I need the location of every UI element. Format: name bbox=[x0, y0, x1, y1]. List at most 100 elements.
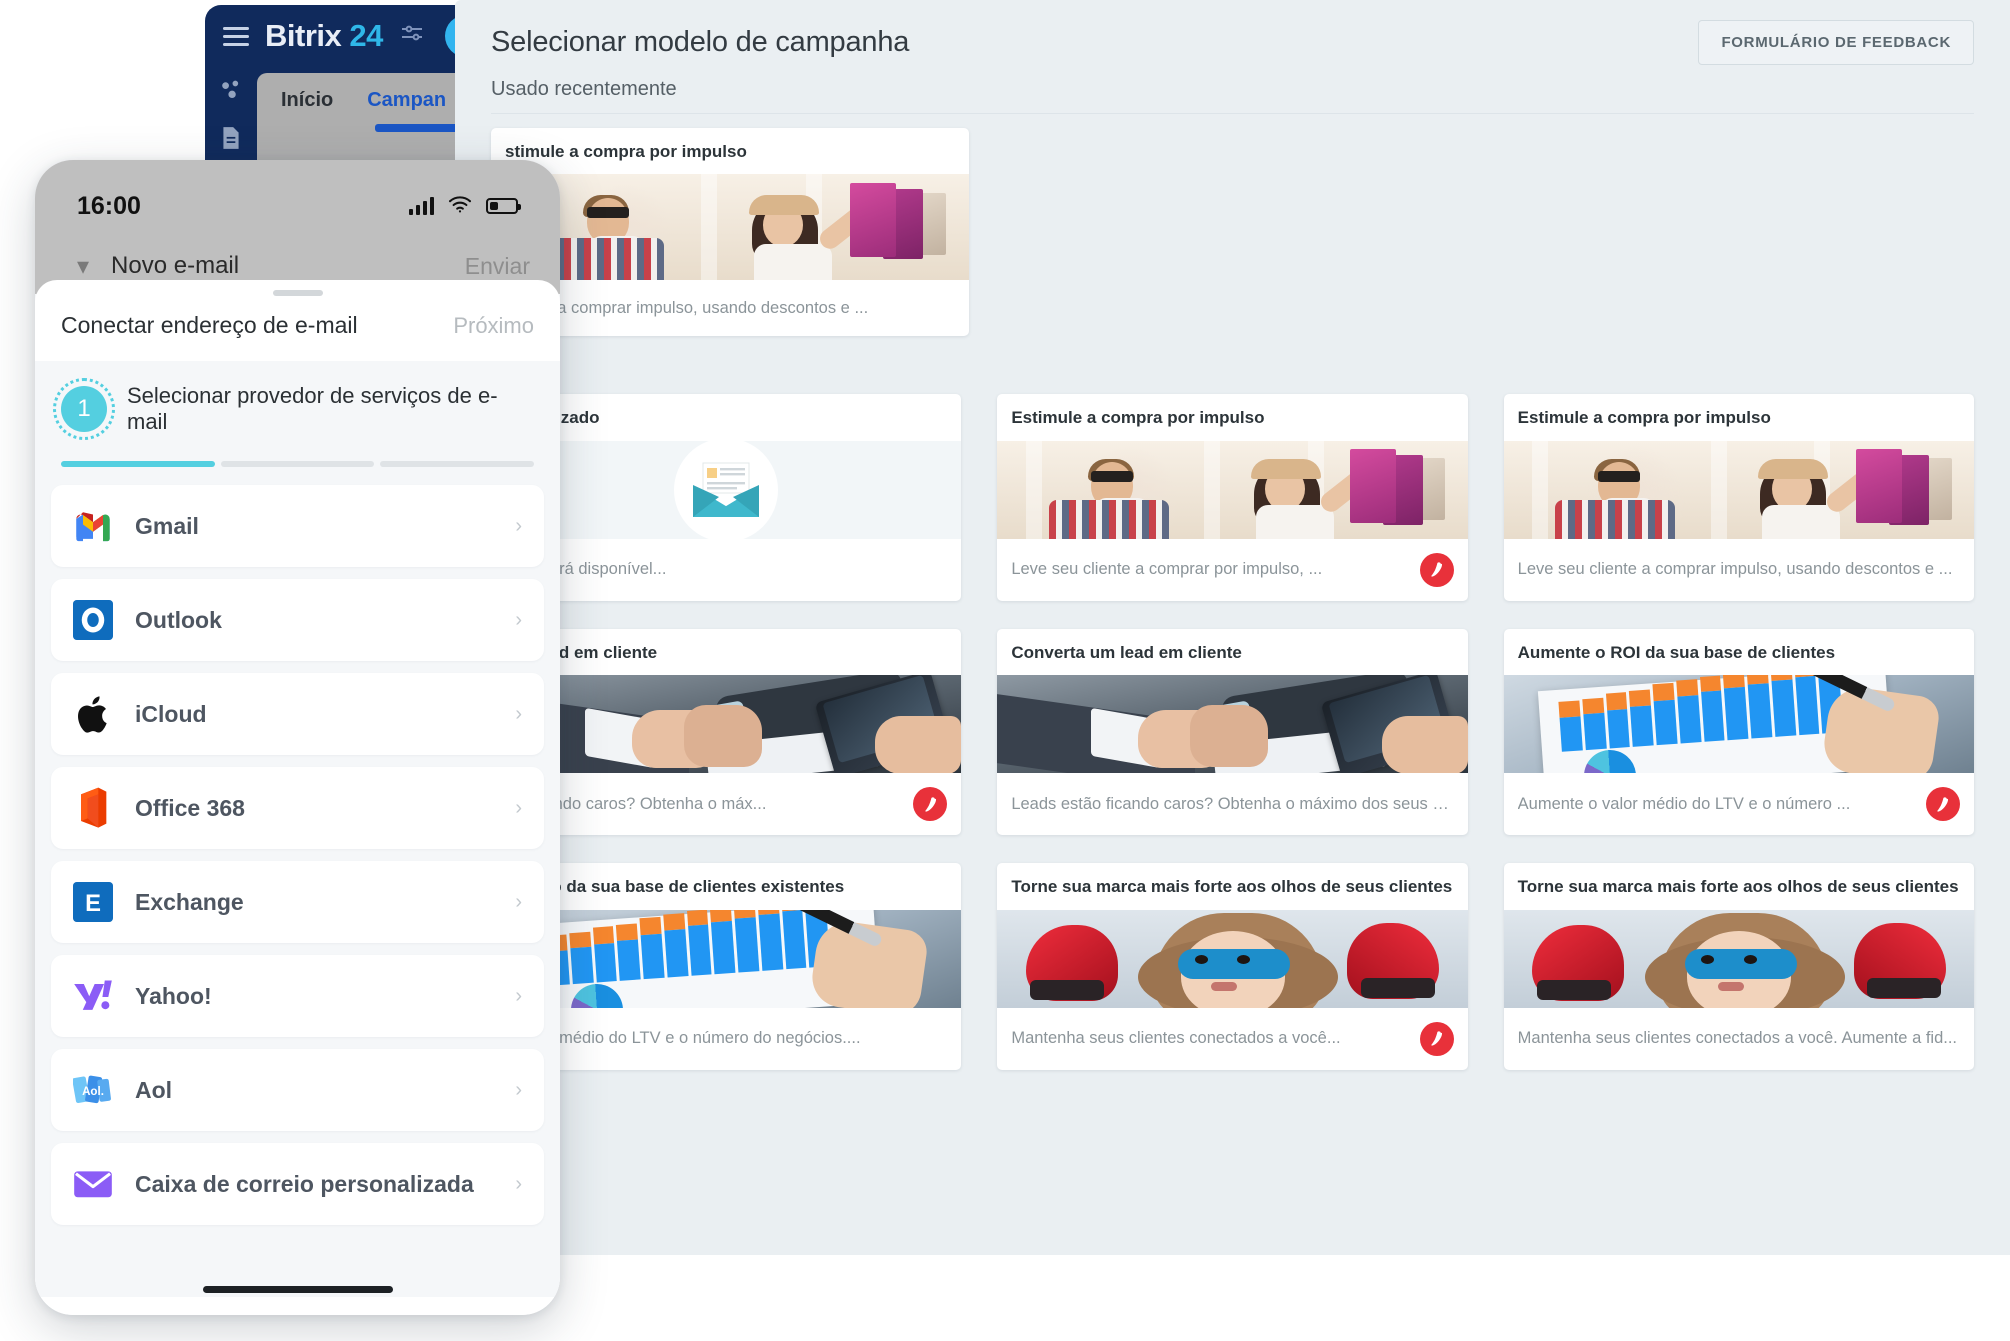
cellular-signal-icon bbox=[409, 197, 434, 215]
template-grid-row: um lead em cliente ão ficando caros? Obt… bbox=[491, 629, 1974, 835]
chevron-right-icon: › bbox=[515, 515, 522, 538]
template-card-footer: Leads estão ficando caros? Obtenha o máx… bbox=[997, 773, 1467, 835]
next-button[interactable]: Próximo bbox=[453, 313, 534, 339]
template-card[interactable]: um lead em cliente ão ficando caros? Obt… bbox=[491, 629, 961, 835]
template-card[interactable]: Torne sua marca mais forte aos olhos de … bbox=[997, 863, 1467, 1069]
provider-label: Exchange bbox=[135, 889, 515, 916]
step-indicator-area: 1 Selecionar provedor de serviços de e-m… bbox=[35, 361, 560, 467]
settings-sliders-icon[interactable] bbox=[401, 24, 423, 48]
second-section-label: d bbox=[455, 336, 2010, 382]
aol-icon: Aol. bbox=[73, 1070, 113, 1110]
template-card-title: stimule a compra por impulso bbox=[491, 128, 969, 174]
campaign-template-panel: Selecionar modelo de campanha FORMULÁRIO… bbox=[455, 0, 2010, 1255]
provider-item-exchange[interactable]: E Exchange › bbox=[51, 861, 544, 943]
template-card-image bbox=[1504, 910, 1974, 1008]
progress-segment bbox=[61, 461, 215, 467]
template-card-title: Torne sua marca mais forte aos olhos de … bbox=[1504, 863, 1974, 909]
hamburger-menu-icon[interactable] bbox=[223, 22, 249, 51]
template-card-footer: ão estará disponível... bbox=[491, 539, 961, 601]
step-progress-bar bbox=[61, 461, 534, 467]
envelope-icon bbox=[73, 1164, 113, 1204]
template-card-description: Mantenha seus clientes conectados a você… bbox=[1518, 1029, 1960, 1048]
template-card-image bbox=[491, 441, 961, 539]
template-grid-row: o lucro da sua base de clientes existent… bbox=[491, 863, 1974, 1069]
campaign-badge-icon bbox=[1420, 1022, 1454, 1056]
chevron-right-icon: › bbox=[515, 609, 522, 632]
chevron-right-icon: › bbox=[515, 891, 522, 914]
envelope-illustration-icon bbox=[687, 459, 765, 521]
bitrix-logo-text: Bitrix bbox=[265, 18, 341, 53]
template-card-description: cliente a comprar impulso, usando descon… bbox=[505, 299, 955, 318]
template-card-description: Mantenha seus clientes conectados a você… bbox=[1011, 1029, 1411, 1048]
template-card-recent[interactable]: stimule a compra por impulso cliente a c… bbox=[491, 128, 969, 336]
template-card-description: Leve seu cliente a comprar impulso, usan… bbox=[1518, 560, 1960, 579]
svg-text:Aol.: Aol. bbox=[82, 1086, 104, 1098]
document-icon[interactable] bbox=[218, 125, 244, 151]
template-card-description: o valor médio do LTV e o número do negóc… bbox=[505, 1029, 947, 1048]
tab-inicio[interactable]: Início bbox=[281, 89, 333, 112]
template-card-title: Aumente o ROI da sua base de clientes bbox=[1504, 629, 1974, 675]
template-card-title: Estimule a compra por impulso bbox=[997, 394, 1467, 440]
template-card-title: Estimule a compra por impulso bbox=[1504, 394, 1974, 440]
provider-item-outlook[interactable]: Outlook › bbox=[51, 579, 544, 661]
yahoo-icon bbox=[73, 976, 113, 1016]
email-provider-list: Gmail › Outlook › bbox=[35, 467, 560, 1297]
screenshot-root: Bitrix 24 × Iníci bbox=[0, 0, 2010, 1341]
template-grid: rsonalizado bbox=[455, 382, 2010, 1069]
template-card[interactable]: Estimule a compra por impulso Leve seu c… bbox=[997, 394, 1467, 600]
svg-text:E: E bbox=[85, 890, 101, 917]
template-card[interactable]: Estimule a compra por impulso Leve seu c… bbox=[1504, 394, 1974, 600]
template-card[interactable]: Aumente o ROI da sua base de clientes bbox=[1504, 629, 1974, 835]
feedback-form-button[interactable]: FORMULÁRIO DE FEEDBACK bbox=[1698, 20, 1974, 65]
tab-campanhas[interactable]: Campan bbox=[367, 89, 446, 112]
template-card-footer: Aumente o valor médio do LTV e o número … bbox=[1504, 773, 1974, 835]
template-card-footer: Leve seu cliente a comprar por impulso, … bbox=[997, 539, 1467, 601]
template-card[interactable]: Torne sua marca mais forte aos olhos de … bbox=[1504, 863, 1974, 1069]
chevron-right-icon: › bbox=[515, 1079, 522, 1102]
provider-label: Office 368 bbox=[135, 795, 515, 822]
template-card-image bbox=[491, 910, 961, 1008]
template-card-title: um lead em cliente bbox=[491, 629, 961, 675]
template-card-footer: ão ficando caros? Obtenha o máx... bbox=[491, 773, 961, 835]
provider-label: Aol bbox=[135, 1077, 515, 1104]
template-card-description: Aumente o valor médio do LTV e o número … bbox=[1518, 795, 1918, 814]
gmail-icon bbox=[73, 506, 113, 546]
recent-templates-strip: stimule a compra por impulso cliente a c… bbox=[455, 114, 2010, 336]
panel-header: Selecionar modelo de campanha FORMULÁRIO… bbox=[455, 0, 2010, 84]
provider-item-yahoo[interactable]: Yahoo! › bbox=[51, 955, 544, 1037]
progress-segment bbox=[380, 461, 534, 467]
send-button[interactable]: Enviar bbox=[465, 253, 530, 280]
provider-item-icloud[interactable]: iCloud › bbox=[51, 673, 544, 755]
chevron-down-icon[interactable]: ▾ bbox=[77, 252, 89, 281]
provider-label: iCloud bbox=[135, 701, 515, 728]
bottom-sheet: Conectar endereço de e-mail Próximo 1 Se… bbox=[35, 280, 560, 1315]
provider-item-aol[interactable]: Aol. Aol › bbox=[51, 1049, 544, 1131]
template-card-image bbox=[997, 910, 1467, 1008]
bitrix-logo-accent: 24 bbox=[349, 18, 382, 53]
provider-label: Yahoo! bbox=[135, 983, 515, 1010]
template-card[interactable]: rsonalizado bbox=[491, 394, 961, 600]
template-card-image bbox=[491, 174, 969, 280]
template-card-title: o lucro da sua base de clientes existent… bbox=[491, 863, 961, 909]
template-card-footer: cliente a comprar impulso, usando descon… bbox=[491, 280, 969, 336]
template-card-title: Converta um lead em cliente bbox=[997, 629, 1467, 675]
template-card[interactable]: Converta um lead em cliente Leads estão … bbox=[997, 629, 1467, 835]
template-card-footer: o valor médio do LTV e o número do negóc… bbox=[491, 1008, 961, 1070]
apple-icon bbox=[73, 694, 113, 734]
sheet-header: Conectar endereço de e-mail Próximo bbox=[35, 296, 560, 361]
template-grid-row: rsonalizado bbox=[491, 394, 1974, 600]
template-card-description: ão estará disponível... bbox=[505, 560, 947, 579]
status-icons bbox=[409, 195, 518, 218]
provider-item-gmail[interactable]: Gmail › bbox=[51, 485, 544, 567]
template-card-title: rsonalizado bbox=[491, 394, 961, 440]
network-icon[interactable] bbox=[218, 77, 244, 103]
provider-item-custom-mailbox[interactable]: Caixa de correio personalizada › bbox=[51, 1143, 544, 1225]
step-number-badge: 1 bbox=[61, 386, 107, 432]
provider-label: Gmail bbox=[135, 513, 515, 540]
provider-item-office368[interactable]: Office 368 › bbox=[51, 767, 544, 849]
template-card-title: Torne sua marca mais forte aos olhos de … bbox=[997, 863, 1467, 909]
template-card-description: Leads estão ficando caros? Obtenha o máx… bbox=[1011, 795, 1453, 814]
template-card[interactable]: o lucro da sua base de clientes existent… bbox=[491, 863, 961, 1069]
template-card-footer: Leve seu cliente a comprar impulso, usan… bbox=[1504, 539, 1974, 601]
chevron-right-icon: › bbox=[515, 797, 522, 820]
